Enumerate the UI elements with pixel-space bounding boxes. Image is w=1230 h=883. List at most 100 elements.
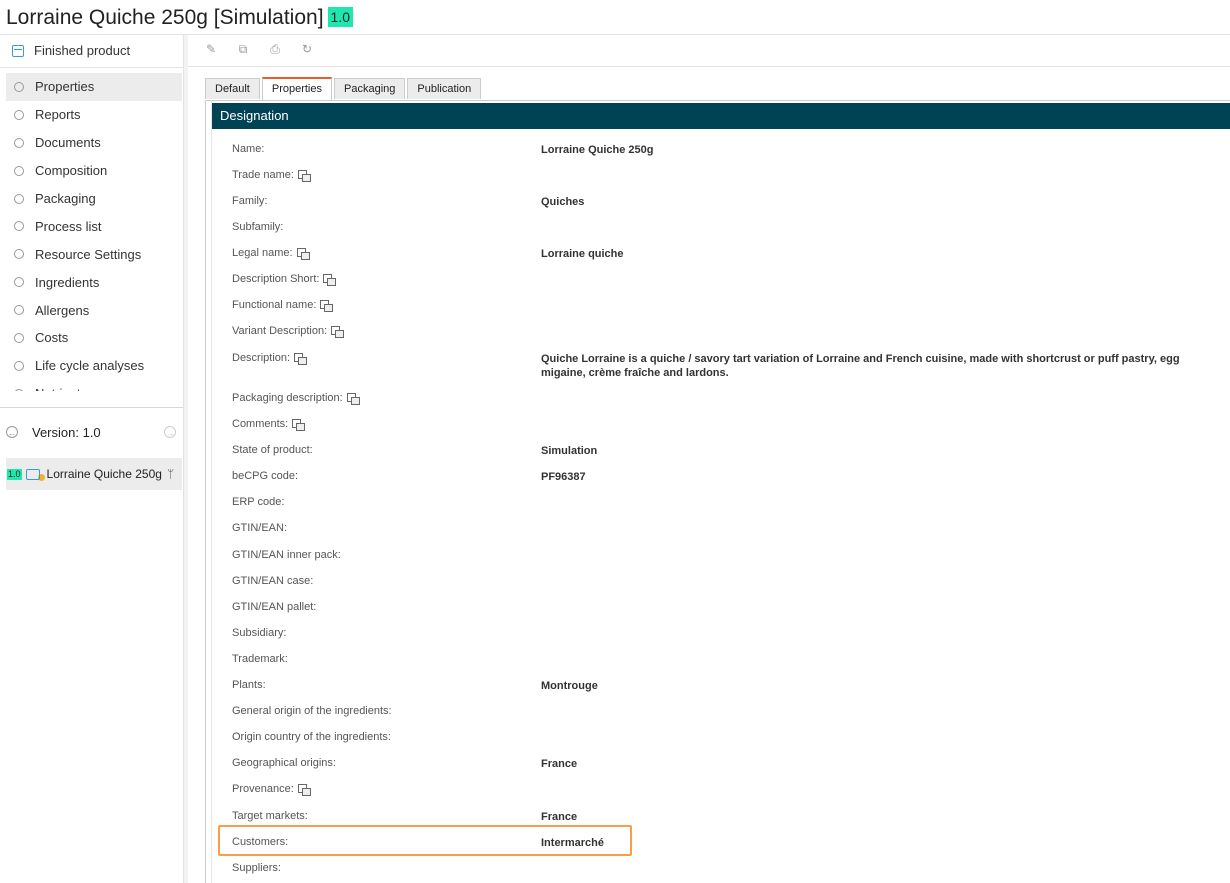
field-value: PF96387 [541, 471, 586, 483]
field-label: Functional name: [232, 299, 334, 312]
sidebar-divider [0, 67, 183, 68]
field-label: Provenance: [232, 783, 311, 796]
finished-product-label: Finished product [34, 43, 131, 58]
field-label-text: beCPG code: [232, 470, 299, 482]
sidebar-item-costs[interactable]: Costs [6, 324, 182, 352]
sidebar-item-properties[interactable]: Properties [6, 73, 182, 101]
field-label-text: Origin country of the ingredients: [232, 731, 391, 743]
translate-icon[interactable] [297, 783, 311, 796]
field-label: GTIN/EAN: [232, 522, 287, 534]
tab-packaging[interactable]: Packaging [334, 78, 406, 99]
finished-product-header[interactable]: Finished product [12, 43, 130, 58]
translate-icon[interactable] [292, 418, 306, 431]
translate-icon[interactable] [346, 392, 360, 405]
field-label: Legal name: [232, 247, 310, 260]
branch-icon: ᛘ [166, 467, 175, 481]
field-label: Subfamily: [232, 221, 283, 233]
field-label-text: GTIN/EAN case: [232, 575, 314, 587]
field-label-text: GTIN/EAN inner pack: [232, 549, 341, 561]
sidebar-item-documents[interactable]: Documents [6, 129, 182, 157]
field-label-text: Variant Description: [232, 325, 328, 337]
translate-icon[interactable] [323, 273, 337, 286]
field-label-text: Description: [232, 352, 291, 364]
tab-default[interactable]: Default [205, 78, 260, 99]
radio-icon [14, 137, 24, 148]
radio-icon [14, 109, 24, 120]
field-label-text: Legal name: [232, 247, 293, 259]
sidebar-divider [0, 407, 183, 408]
field-label-text: Comments: [232, 418, 289, 430]
field-label-text: Plants: [232, 679, 266, 691]
refresh-icon[interactable]: ↻ [300, 42, 314, 56]
sidebar-item-nutrients[interactable]: Nutrients [6, 380, 182, 391]
field-label: State of product: [232, 444, 313, 456]
translate-icon[interactable] [294, 352, 308, 365]
sidebar-item-label: Nutrients [35, 386, 87, 391]
sidebar-item-label: Ingredients [35, 274, 100, 290]
field-value: Quiche Lorraine is a quiche / savory tar… [541, 353, 1180, 379]
radio-icon [14, 249, 24, 260]
tab-publication[interactable]: Publication [407, 78, 482, 99]
sidebar-item-process-list[interactable]: Process list [6, 212, 182, 240]
field-label-text: Trade name: [232, 169, 294, 181]
version-item[interactable]: 1.0 Lorraine Quiche 250g ᛘ [6, 458, 182, 490]
version-label: Version: 1.0 [32, 424, 101, 440]
sidebar-item-label: Composition [35, 163, 108, 179]
next-version-icon[interactable]: → [164, 426, 176, 438]
sidebar-item-reports[interactable]: Reports [6, 101, 182, 129]
sidebar: Finished product Properties Reports Docume… [0, 35, 183, 883]
sidebar-item-label: Resource Settings [35, 246, 142, 262]
field-label: Description Short: [232, 273, 337, 286]
tab-bar-border [205, 100, 1230, 101]
field-label: Packaging description: [232, 392, 360, 405]
field-value: Lorraine quiche [541, 248, 624, 260]
field-label-text: Suppliers: [232, 862, 281, 874]
field-value: Simulation [541, 445, 598, 457]
field-label-text: Subfamily: [232, 221, 284, 233]
sidebar-item-label: Properties [35, 79, 95, 95]
radio-icon [14, 81, 24, 92]
radio-icon [14, 360, 24, 371]
field-label-text: Description Short: [232, 273, 320, 285]
field-label: Subsidiary: [232, 627, 286, 639]
radio-icon [14, 165, 24, 176]
sidebar-menu: Properties Reports Documents Composition Pac… [6, 73, 182, 391]
previous-version-icon[interactable]: ← [6, 426, 18, 438]
field-label: General origin of the ingredients: [232, 705, 392, 717]
sidebar-item-life-cycle-analyses[interactable]: Life cycle analyses [6, 352, 182, 380]
sidebar-item-allergens[interactable]: Allergens [6, 296, 182, 324]
sidebar-item-composition[interactable]: Composition [6, 157, 182, 185]
section-header-designation[interactable]: Designation [212, 103, 1230, 129]
product-icon [12, 44, 24, 57]
tab-properties[interactable]: Properties [261, 77, 332, 100]
splitter-handle[interactable] [184, 35, 188, 883]
copy-icon[interactable]: ⧉ [236, 42, 250, 56]
field-label-text: Functional name: [232, 299, 317, 311]
radio-icon [14, 388, 24, 391]
field-label-text: ERP code: [232, 496, 285, 508]
print-icon[interactable]: ⎙ [268, 42, 282, 56]
translate-icon[interactable] [320, 299, 334, 312]
field-label-text: Subsidiary: [232, 627, 287, 639]
field-label-text: Geographical origins: [232, 757, 336, 769]
field-label-text: Name: [232, 143, 265, 155]
field-label: Trademark: [232, 653, 288, 665]
field-label-text: Trademark: [232, 653, 288, 665]
highlight-box [218, 825, 632, 856]
sidebar-item-resource-settings[interactable]: Resource Settings [6, 240, 182, 268]
sidebar-item-packaging[interactable]: Packaging [6, 185, 182, 213]
content-border [205, 100, 206, 883]
field-value: Intermarché [541, 837, 604, 849]
translate-icon[interactable] [297, 169, 311, 182]
sidebar-item-ingredients[interactable]: Ingredients [6, 268, 182, 296]
field-value: France [541, 811, 578, 823]
sidebar-item-label: Documents [35, 135, 101, 151]
field-label: Comments: [232, 418, 306, 431]
field-label: GTIN/EAN case: [232, 575, 313, 587]
translate-icon[interactable] [331, 325, 345, 338]
translate-icon[interactable] [296, 247, 310, 260]
page-title: Lorraine Quiche 250g [Simulation] 1.0 [6, 4, 353, 32]
edit-icon[interactable]: ✎ [204, 42, 218, 56]
sidebar-item-label: Reports [35, 107, 81, 123]
product-icon [25, 468, 40, 480]
